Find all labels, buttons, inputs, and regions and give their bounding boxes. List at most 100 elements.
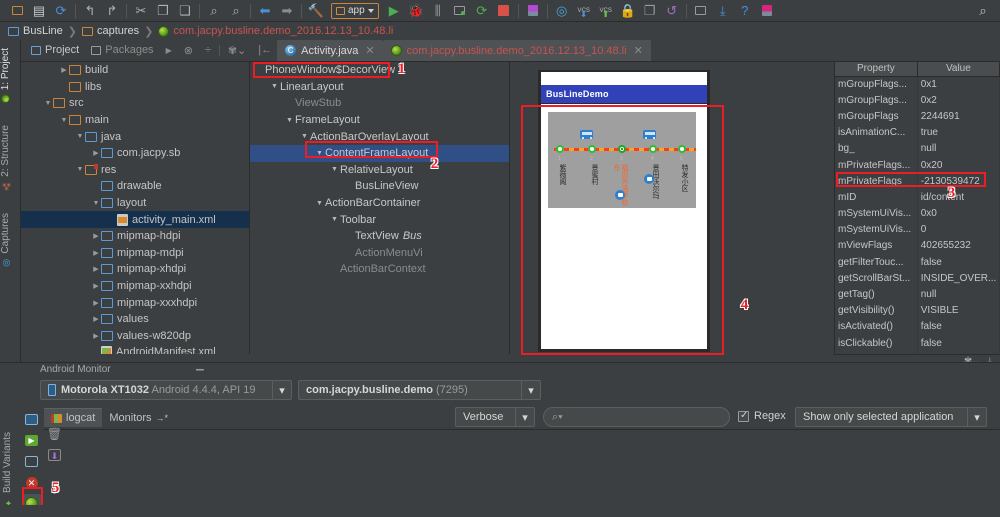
breadcrumb-item-captures[interactable]: captures (79, 25, 142, 37)
chevron-right-icon[interactable]: ▶ (91, 332, 101, 340)
tree-row[interactable]: ▶ mipmap-xxxhdpi (21, 294, 249, 311)
attach-debugger-icon[interactable] (449, 1, 471, 21)
chevron-right-icon[interactable]: ▶ (91, 299, 101, 307)
save-all-icon[interactable]: ▤ (28, 1, 50, 21)
view-tab-project[interactable]: Project (26, 44, 84, 56)
run-configuration-selector[interactable]: app (331, 2, 379, 19)
table-row[interactable]: isAnimationC... true (835, 124, 1000, 141)
chevron-down-icon[interactable]: ▼ (284, 117, 295, 124)
theme-editor-icon[interactable] (756, 1, 778, 21)
logcat-search-input[interactable]: ⌕▾ (543, 407, 730, 427)
table-row[interactable]: mViewFlags 402655232 (835, 237, 1000, 255)
sidebar-item-structure[interactable]: ⁂ 2: Structure (0, 121, 11, 195)
breadcrumb-item-capture-file[interactable]: com.jacpy.busline.demo_2016.12.13_10.48.… (155, 25, 396, 37)
tree-row[interactable]: AndroidManifest.xml (21, 344, 249, 354)
rerun-icon[interactable]: ⟳ (471, 1, 493, 21)
sync-icon[interactable]: ⟳ (50, 1, 72, 21)
build-hammer-icon[interactable]: 🔨 (305, 1, 327, 21)
tree-row[interactable]: ▶ mipmap-xxhdpi (21, 278, 249, 295)
bus-stop-node[interactable] (588, 145, 596, 153)
vcs-commit-icon[interactable]: VCS ⬆ (595, 1, 617, 21)
regex-checkbox[interactable]: Regex (738, 410, 786, 422)
table-row[interactable]: isClickable() false (835, 335, 1000, 352)
bus-stop-node[interactable] (556, 145, 564, 153)
trash-icon[interactable]: 🗑 (45, 424, 64, 443)
hierarchy-row[interactable]: ▼ ActionBarOverlayLayout (250, 128, 509, 145)
revert-icon[interactable]: ↺ (661, 1, 683, 21)
bus-stop-node[interactable] (649, 145, 657, 153)
table-row[interactable]: bg_ null (835, 140, 1000, 157)
properties-panel[interactable]: Property Value mGroupFlags... 0x1 mGroupFl… (834, 62, 1000, 400)
chevron-down-icon[interactable]: ▾ (515, 408, 534, 426)
chevron-down-icon[interactable]: ▼ (43, 100, 53, 107)
hierarchy-row[interactable]: ▼ LinearLayout (250, 79, 509, 96)
chevron-down-icon[interactable]: ▾ (272, 381, 291, 399)
tab-capture-file[interactable]: com.jacpy.busline.demo_2016.12.13_10.48.… (382, 40, 651, 61)
table-row[interactable]: mID id/content (835, 189, 1000, 206)
table-row[interactable]: mPrivateFlags... 0x20 (835, 156, 1000, 174)
hierarchy-row[interactable]: ▼ RelativeLayout (250, 162, 509, 179)
hierarchy-row[interactable]: ViewStub (250, 95, 509, 112)
hierarchy-row[interactable]: ▼ ActionBarContainer (250, 195, 509, 212)
tree-row[interactable]: ▶ values (21, 311, 249, 328)
table-row[interactable]: getTag() null (835, 286, 1000, 303)
table-row[interactable]: mSystemUiVis... 0 (835, 221, 1000, 238)
stop-icon[interactable] (493, 1, 515, 21)
tree-row[interactable]: ▶ mipmap-mdpi (21, 245, 249, 262)
navigate-forward-icon[interactable]: ➡ (276, 1, 298, 21)
chevron-down-icon[interactable]: ▾ (521, 381, 540, 399)
terminate-icon[interactable]: ✕ (22, 473, 41, 492)
table-row[interactable]: getVisibility() VISIBLE (835, 302, 1000, 319)
table-row[interactable]: mPrivateFlags -2130539472 (835, 173, 1000, 190)
chevron-right-icon[interactable]: ▶ (91, 265, 101, 273)
run-icon[interactable]: ▶ (383, 1, 405, 21)
redo-icon[interactable]: ↱ (101, 1, 123, 21)
copy-icon[interactable]: ❐ (152, 1, 174, 21)
device-selector[interactable]: Motorola XT1032 Android 4.4.4, API 19 ▾ (40, 380, 292, 400)
screenshot-icon[interactable] (22, 410, 41, 429)
chevron-down-icon[interactable]: ▼ (75, 166, 85, 173)
lock-icon[interactable]: 🔒 (617, 1, 639, 21)
tree-row[interactable]: ▼ main (21, 112, 249, 129)
hide-panel-icon[interactable]: |← (253, 44, 277, 56)
table-row[interactable]: mGroupFlags... 0x1 (835, 76, 1000, 93)
close-icon[interactable]: ✕ (365, 44, 374, 57)
chevron-down-icon[interactable]: ▼ (299, 133, 310, 140)
chevron-down-icon[interactable]: ▼ (329, 216, 340, 223)
chevron-down-icon[interactable]: ▼ (314, 200, 325, 207)
table-row[interactable]: getFilterTouc... false (835, 254, 1000, 271)
divide-icon[interactable]: ÷ (200, 44, 216, 56)
avd-manager-icon[interactable] (690, 1, 712, 21)
sidebar-item-project[interactable]: 1: Project (0, 44, 11, 107)
hierarchy-row[interactable]: PhoneWindow$DecorView (250, 62, 509, 79)
hierarchy-row[interactable]: ▼ FrameLayout (250, 112, 509, 129)
chevron-right-icon[interactable]: ▶ (91, 249, 101, 257)
chevron-right-icon[interactable]: ▶ (91, 315, 101, 323)
profile-icon[interactable]: ⫼ (427, 1, 449, 21)
undo-icon[interactable]: ↰ (79, 1, 101, 21)
chevron-down-icon[interactable]: ▼ (314, 150, 325, 157)
chevron-right-icon[interactable]: ▶ (59, 66, 69, 74)
collapse-all-icon[interactable]: ⊗ (179, 44, 198, 57)
screen-record-icon[interactable]: ▶ (22, 431, 41, 450)
collapse-icon[interactable]: ▁ (196, 360, 208, 371)
navigate-back-icon[interactable]: ⬅ (254, 1, 276, 21)
tree-row[interactable]: ▶ build (21, 62, 249, 79)
find-icon[interactable]: ⌕ (203, 1, 225, 21)
chevron-down-icon[interactable]: ▼ (59, 117, 69, 124)
tree-row[interactable]: ▼ src (21, 95, 249, 112)
tab-activity-java[interactable]: C Activity.java ✕ (277, 40, 383, 61)
tree-row[interactable]: ▼ res (21, 162, 249, 179)
filter-selector[interactable]: Show only selected application ▾ (795, 407, 987, 427)
table-row[interactable]: isActivated() false (835, 318, 1000, 335)
replace-icon[interactable]: ⌕ (225, 1, 247, 21)
chevron-right-icon[interactable]: ▶ (91, 282, 101, 290)
table-row[interactable]: mGroupFlags 2244691 (835, 108, 1000, 125)
view-more-icon[interactable]: ▶ (161, 46, 177, 55)
hierarchy-row[interactable]: ▼ Toolbar (250, 211, 509, 228)
chevron-right-icon[interactable]: ▶ (91, 149, 101, 157)
tree-row[interactable]: drawable (21, 178, 249, 195)
settings-icon[interactable]: ❐ (639, 1, 661, 21)
hierarchy-row[interactable]: BusLineView (250, 178, 509, 195)
layout-inspector-icon[interactable] (22, 452, 41, 471)
